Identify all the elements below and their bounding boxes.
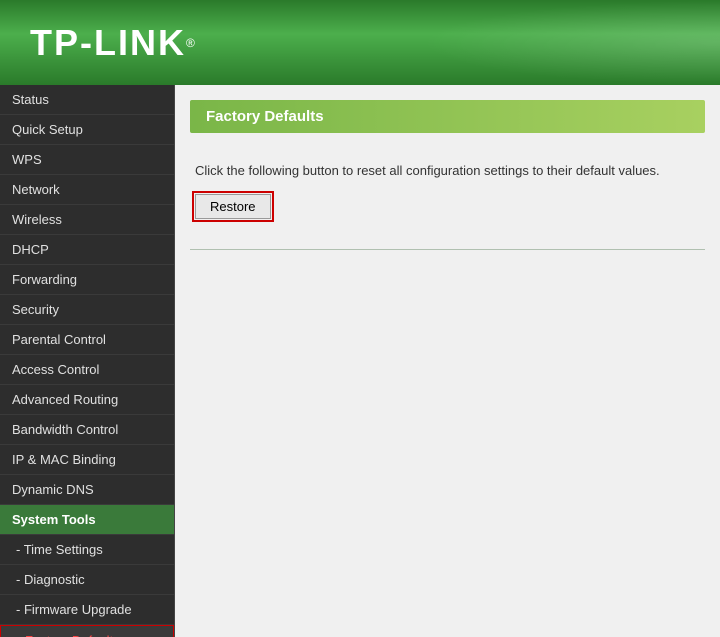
content-area: Click the following button to reset all …	[175, 153, 720, 229]
main-layout: StatusQuick SetupWPSNetworkWirelessDHCPF…	[0, 85, 720, 637]
page-title: Factory Defaults	[206, 108, 324, 125]
sidebar-item-firmware-upgrade[interactable]: - Firmware Upgrade	[0, 595, 174, 625]
page-title-bar: Factory Defaults	[190, 100, 705, 133]
sidebar: StatusQuick SetupWPSNetworkWirelessDHCPF…	[0, 85, 175, 637]
description-text: Click the following button to reset all …	[195, 163, 700, 178]
logo: TP-LINK	[30, 22, 186, 64]
restore-button[interactable]: Restore	[195, 194, 271, 219]
sidebar-item-advanced-routing[interactable]: Advanced Routing	[0, 385, 174, 415]
sidebar-item-quick-setup[interactable]: Quick Setup	[0, 115, 174, 145]
sidebar-item-forwarding[interactable]: Forwarding	[0, 265, 174, 295]
sidebar-item-status[interactable]: Status	[0, 85, 174, 115]
sidebar-item-access-control[interactable]: Access Control	[0, 355, 174, 385]
main-content: Factory Defaults Click the following but…	[175, 85, 720, 637]
sidebar-item-factory-defaults[interactable]: - Factory Defaults	[0, 625, 174, 637]
header: TP-LINK®	[0, 0, 720, 85]
divider	[190, 249, 705, 250]
sidebar-item-parental-control[interactable]: Parental Control	[0, 325, 174, 355]
sidebar-item-dynamic-dns[interactable]: Dynamic DNS	[0, 475, 174, 505]
sidebar-item-dhcp[interactable]: DHCP	[0, 235, 174, 265]
sidebar-item-wireless[interactable]: Wireless	[0, 205, 174, 235]
sidebar-item-diagnostic[interactable]: - Diagnostic	[0, 565, 174, 595]
sidebar-item-ip-mac-binding[interactable]: IP & MAC Binding	[0, 445, 174, 475]
sidebar-item-network[interactable]: Network	[0, 175, 174, 205]
logo-trademark: ®	[186, 36, 195, 50]
sidebar-item-bandwidth-control[interactable]: Bandwidth Control	[0, 415, 174, 445]
sidebar-item-time-settings[interactable]: - Time Settings	[0, 535, 174, 565]
sidebar-item-system-tools[interactable]: System Tools	[0, 505, 174, 535]
sidebar-item-security[interactable]: Security	[0, 295, 174, 325]
sidebar-item-wps[interactable]: WPS	[0, 145, 174, 175]
